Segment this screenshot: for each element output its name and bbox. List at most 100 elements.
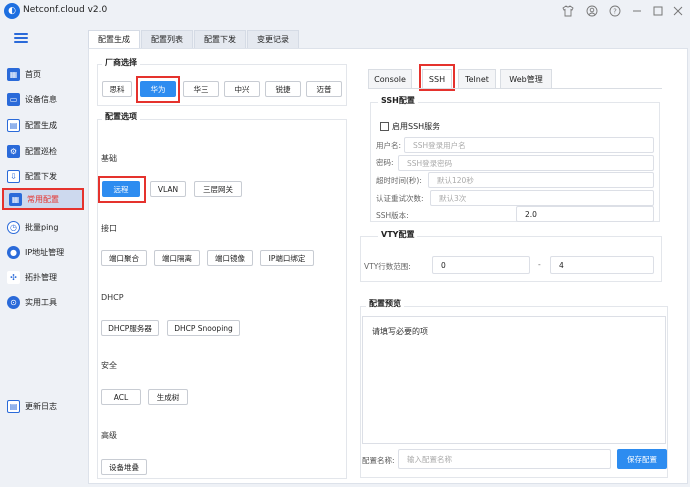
vlan-button[interactable]: VLAN [150, 181, 186, 197]
port-isolation-button[interactable]: 端口隔离 [154, 250, 200, 266]
vty-legend: VTY配置 [378, 229, 418, 240]
close-icon[interactable] [670, 3, 686, 19]
port-aggregation-button[interactable]: 端口聚合 [101, 250, 147, 266]
ssh-enable-label: 启用SSH服务 [392, 122, 441, 131]
tab-change-log[interactable]: 变更记录 [247, 30, 299, 48]
tools-icon: ⊙ [7, 295, 20, 309]
vendor-legend: 厂商选择 [102, 57, 140, 68]
sidebar-item-common-config[interactable]: ▦ 常用配置 [2, 188, 84, 210]
vendor-button-maipu[interactable]: 迈普 [306, 81, 342, 97]
remote-button[interactable]: 远程 [102, 181, 140, 197]
config-inspect-icon: ⚙ [7, 144, 20, 158]
sidebar-item-changelog[interactable]: ▤ 更新日志 [2, 395, 84, 417]
group-title-security: 安全 [101, 361, 117, 370]
app-logo-icon: ◐ [4, 3, 20, 19]
sidebar-item-config-deploy[interactable]: ⇩ 配置下发 [2, 165, 84, 187]
sidebar-item-label: 配置下发 [25, 171, 57, 181]
minimize-icon[interactable] [629, 3, 645, 19]
maximize-icon[interactable] [650, 3, 666, 19]
subtab-divider [368, 88, 662, 89]
sidebar-item-batch-ping[interactable]: ◷ 批量ping [2, 216, 84, 238]
ssh-version-select[interactable]: 2.0 [516, 206, 654, 222]
tab-config-list[interactable]: 配置列表 [141, 30, 193, 48]
sidebar-item-label: 配置巡检 [25, 146, 57, 156]
vty-range-separator: - [538, 260, 541, 269]
stp-button[interactable]: 生成树 [148, 389, 188, 405]
sidebar-item-label: 批量ping [25, 222, 59, 232]
group-title-dhcp: DHCP [101, 293, 124, 302]
vendor-button-ruijie[interactable]: 锐捷 [265, 81, 301, 97]
ssh-version-label: SSH版本: [376, 211, 409, 220]
sidebar-item-label: 设备信息 [25, 94, 57, 104]
password-input[interactable]: SSH登录密码 [398, 155, 654, 171]
sidebar-item-ip-management[interactable]: ● IP地址管理 [2, 241, 84, 263]
subtab-console[interactable]: Console [368, 69, 412, 88]
dhcp-server-button[interactable]: DHCP服务器 [101, 320, 159, 336]
retry-label: 认证重试次数: [376, 194, 424, 203]
user-icon[interactable] [584, 3, 600, 19]
device-stacking-button[interactable]: 设备堆叠 [101, 459, 147, 475]
sidebar-item-tools[interactable]: ⊙ 实用工具 [2, 291, 84, 313]
port-mirror-button[interactable]: 端口镜像 [207, 250, 253, 266]
svg-text:?: ? [613, 8, 617, 16]
options-legend: 配置选项 [102, 111, 140, 122]
menu-toggle-icon[interactable] [14, 33, 28, 43]
home-icon: ▦ [7, 67, 20, 81]
password-label: 密码: [376, 158, 394, 167]
sidebar-item-label: 首页 [25, 69, 41, 79]
sidebar-item-home[interactable]: ▦ 首页 [2, 63, 84, 85]
sidebar-item-label: IP地址管理 [25, 247, 65, 257]
sidebar-item-label: 拓扑管理 [25, 272, 57, 282]
subtab-web-management[interactable]: Web管理 [500, 69, 552, 88]
ssh-legend: SSH配置 [378, 95, 418, 106]
topology-icon: ✣ [7, 270, 20, 284]
dhcp-snooping-button[interactable]: DHCP Snooping [167, 320, 240, 336]
preview-legend: 配置预览 [366, 298, 404, 309]
save-config-button[interactable]: 保存配置 [617, 449, 667, 469]
sidebar-item-label: 实用工具 [25, 297, 57, 307]
vendor-button-cisco[interactable]: 思科 [102, 81, 132, 97]
subtab-telnet[interactable]: Telnet [458, 69, 496, 88]
sidebar-item-config-inspect[interactable]: ⚙ 配置巡检 [2, 140, 84, 162]
username-input[interactable]: SSH登录用户名 [404, 137, 654, 153]
sidebar-item-label: 配置生成 [25, 120, 57, 130]
group-title-interface: 接口 [101, 224, 117, 233]
sidebar-item-device-info[interactable]: ▭ 设备信息 [2, 88, 84, 110]
ssh-enable-checkbox[interactable] [380, 122, 389, 131]
device-info-icon: ▭ [7, 92, 20, 106]
ping-icon: ◷ [7, 220, 20, 234]
config-name-label: 配置名称: [362, 456, 395, 465]
vty-from-input[interactable]: 0 [432, 256, 530, 274]
app-title: Netconf.cloud v2.0 [23, 5, 108, 15]
subtab-ssh[interactable]: SSH [422, 69, 452, 88]
vendor-button-h3c[interactable]: 华三 [183, 81, 219, 97]
retry-input[interactable]: 默认3次 [430, 190, 654, 206]
timeout-label: 超时时间(秒): [376, 176, 422, 185]
changelog-icon: ▤ [7, 399, 20, 413]
preview-textarea[interactable]: 请填写必要的项 [362, 316, 666, 444]
timeout-input[interactable]: 默认120秒 [428, 172, 654, 188]
sidebar-item-config-generate[interactable]: ▤ 配置生成 [2, 114, 84, 136]
sidebar-item-label: 更新日志 [25, 401, 57, 411]
ip-port-binding-button[interactable]: IP端口绑定 [260, 250, 314, 266]
vendor-button-zte[interactable]: 中兴 [224, 81, 260, 97]
config-name-input[interactable]: 输入配置名称 [398, 449, 611, 469]
tab-config-generate[interactable]: 配置生成 [88, 30, 140, 48]
acl-button[interactable]: ACL [101, 389, 141, 405]
ip-icon: ● [7, 245, 20, 259]
help-icon[interactable]: ? [607, 3, 623, 19]
username-label: 用户名: [376, 141, 402, 150]
sidebar-item-label: 常用配置 [27, 194, 59, 204]
l3-gateway-button[interactable]: 三层网关 [194, 181, 242, 197]
shirt-icon[interactable] [560, 3, 576, 19]
common-config-icon: ▦ [9, 192, 22, 206]
tab-config-deploy[interactable]: 配置下发 [194, 30, 246, 48]
vendor-button-huawei[interactable]: 华为 [140, 81, 176, 97]
vty-to-input[interactable]: 4 [550, 256, 654, 274]
preview-text: 请填写必要的项 [372, 327, 428, 336]
vty-range-label: VTY行数范围: [364, 262, 411, 271]
sidebar-item-topology[interactable]: ✣ 拓扑管理 [2, 266, 84, 288]
group-title-basic: 基础 [101, 154, 117, 163]
config-generate-icon: ▤ [7, 118, 20, 132]
group-title-advanced: 高级 [101, 431, 117, 440]
